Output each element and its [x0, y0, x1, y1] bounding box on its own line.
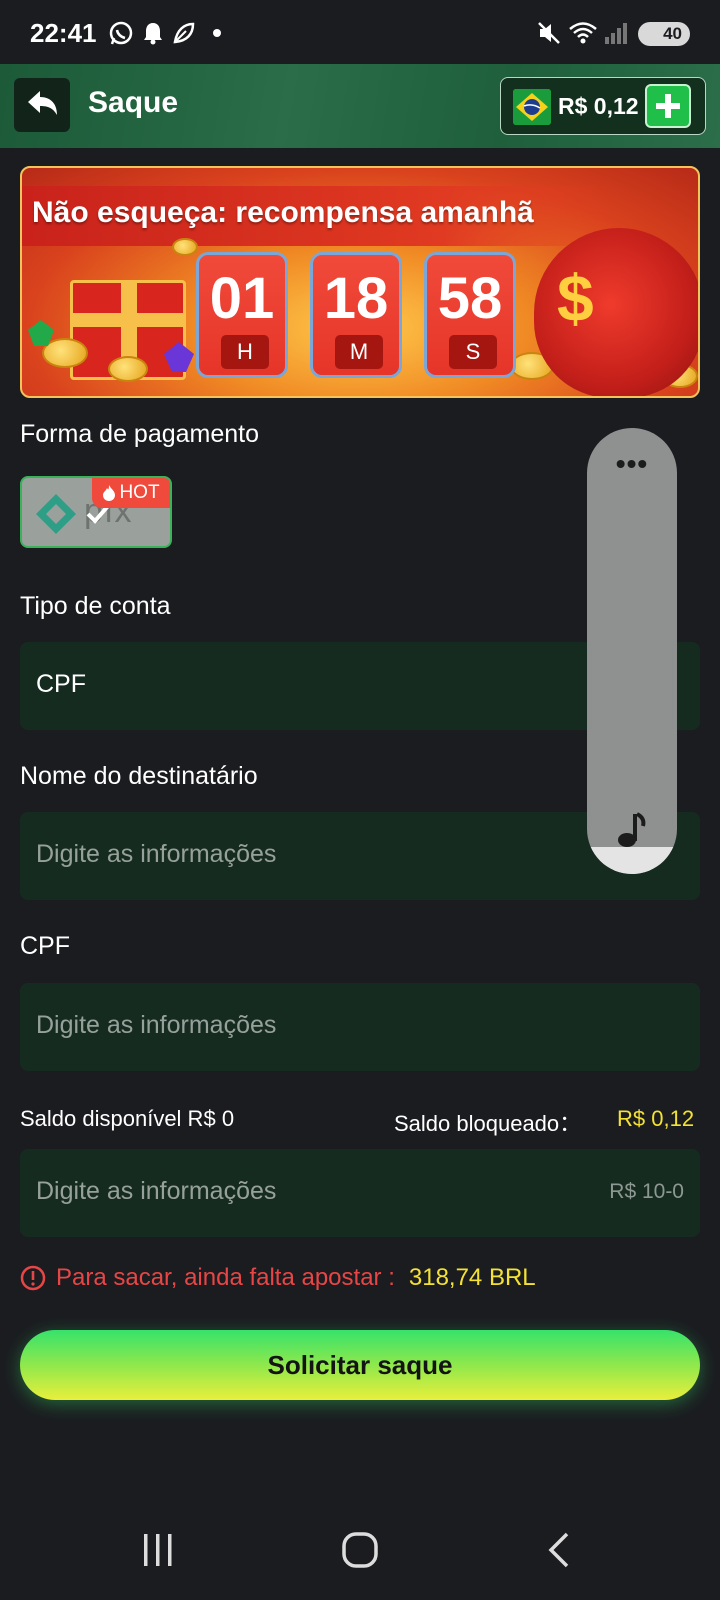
blocked-balance-label: Saldo bloqueado： [394, 1111, 582, 1136]
gem-icon [164, 342, 194, 372]
recent-apps-icon [144, 1534, 172, 1566]
cpf-label: CPF [20, 932, 70, 960]
timer-minutes-value: 18 [323, 266, 389, 331]
available-balance-value: 0 [221, 1106, 235, 1131]
hot-badge-text: HOT [119, 482, 160, 503]
balance-widget[interactable]: R$ 0,12 [500, 77, 706, 135]
warning-amount: 318,74 BRL [408, 1264, 536, 1291]
timer-seconds: 58 S [424, 252, 516, 378]
brazil-flag-icon [513, 89, 551, 125]
battery-icon: 40 [638, 22, 690, 46]
mute-icon [536, 20, 562, 46]
wager-warning: Para sacar, ainda falta apostar : 318,74… [20, 1262, 536, 1294]
alert-circle-icon [20, 1265, 46, 1291]
timer-minutes: 18 M [310, 252, 402, 378]
page-title: Saque [88, 86, 179, 119]
timer-minutes-unit: M [335, 335, 383, 369]
volume-panel[interactable]: ••• [587, 428, 677, 874]
balance-amount: R$ 0,12 [558, 93, 639, 119]
volume-level-fill[interactable] [587, 847, 677, 874]
dot-icon [212, 20, 222, 46]
withdraw-amount-placeholder: Digite as informações [36, 1177, 277, 1205]
timer-hours: 01 H [196, 252, 288, 378]
back-arrow-icon [28, 91, 57, 115]
banner-title: Não esqueça: recompensa amanhã [32, 196, 534, 229]
timer-seconds-value: 58 [437, 266, 503, 331]
back-chevron-icon [548, 1532, 569, 1568]
deposit-plus-button[interactable] [645, 84, 691, 128]
timer-hours-value: 01 [209, 266, 275, 331]
status-bar: 22:41 40 [0, 0, 720, 64]
coin-image [172, 238, 198, 256]
pix-payment-option[interactable]: pix HOT [20, 476, 172, 548]
hot-badge: HOT [92, 478, 170, 508]
more-options-icon[interactable]: ••• [587, 448, 677, 480]
wifi-icon [568, 20, 598, 46]
timer-seconds-unit: S [449, 335, 497, 369]
signal-icon [604, 20, 628, 46]
flame-icon [103, 485, 116, 501]
available-balance-label: Saldo disponível R$ [20, 1106, 216, 1131]
back-nav-button[interactable] [544, 1528, 574, 1572]
reward-banner[interactable]: Não esqueça: recompensa amanhã $ 01 H 18… [20, 166, 700, 398]
whatsapp-icon [108, 20, 134, 46]
system-nav-bar [0, 1500, 720, 1600]
withdraw-amount-input[interactable]: Digite as informações R$ 10-0 [20, 1149, 700, 1237]
withdraw-range-hint: R$ 10-0 [609, 1180, 684, 1203]
request-withdrawal-button[interactable]: Solicitar saque [20, 1330, 700, 1400]
account-type-value: CPF [36, 670, 86, 698]
app-header: Saque R$ 0,12 [0, 64, 720, 148]
recipient-name-label: Nome do destinatário [20, 762, 258, 790]
blocked-balance-value: R$ 0,12 [617, 1106, 695, 1131]
warning-text: Para sacar, ainda falta apostar : [56, 1264, 395, 1291]
status-time: 22:41 [30, 18, 97, 48]
plus-icon [656, 94, 680, 118]
leaf-icon [172, 20, 196, 46]
back-button[interactable] [14, 78, 70, 132]
battery-level: 40 [663, 24, 682, 43]
home-icon [342, 1532, 378, 1568]
available-balance: Saldo disponível R$ 0 [20, 1106, 234, 1132]
bell-icon [142, 20, 164, 46]
home-button[interactable] [338, 1528, 382, 1572]
cpf-input[interactable]: Digite as informações [20, 983, 700, 1071]
music-note-icon [618, 812, 646, 847]
pix-logo-icon [36, 494, 76, 534]
recipient-name-placeholder: Digite as informações [36, 840, 277, 868]
gem-icon [28, 320, 54, 346]
recent-apps-button[interactable] [138, 1528, 178, 1572]
dollar-sign-icon: $ [557, 261, 594, 335]
coin-image [108, 356, 148, 382]
cpf-placeholder: Digite as informações [36, 1011, 277, 1039]
timer-hours-unit: H [221, 335, 269, 369]
account-type-label: Tipo de conta [20, 592, 171, 620]
payment-method-label: Forma de pagamento [20, 420, 260, 448]
